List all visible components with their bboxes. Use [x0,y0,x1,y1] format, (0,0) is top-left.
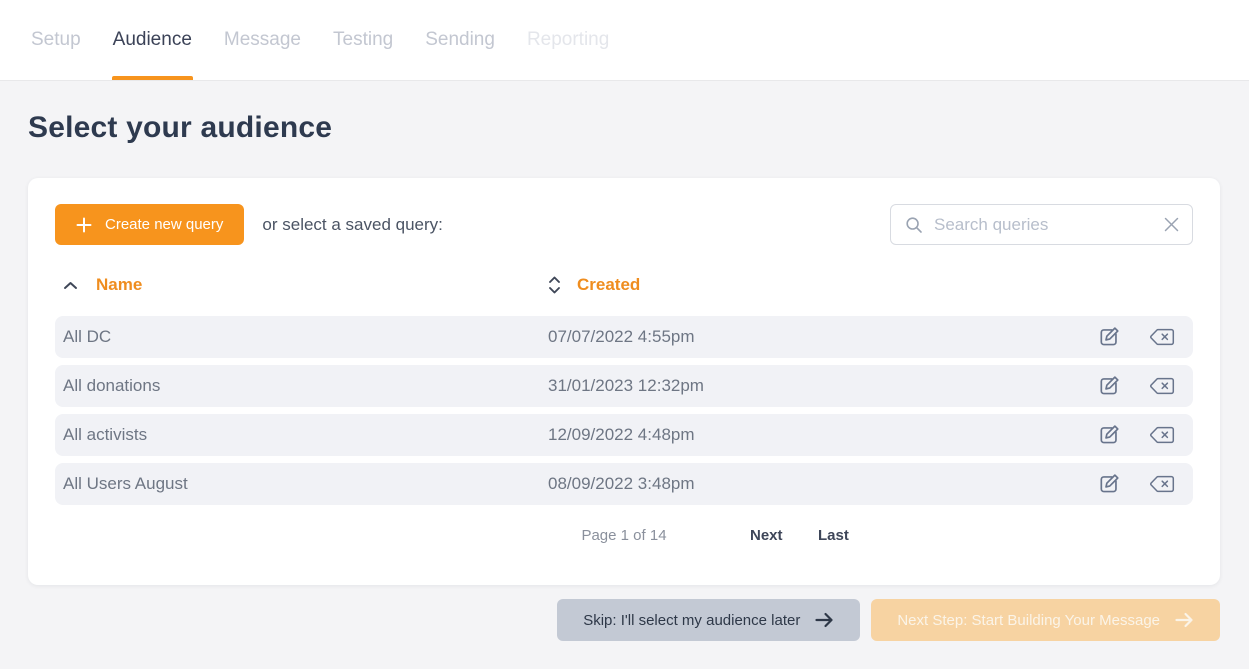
sort-by-name-header[interactable]: Name [63,275,548,295]
name-column-label: Name [96,275,142,295]
tab-sending[interactable]: Sending [424,0,496,80]
skip-audience-button[interactable]: Skip: I'll select my audience later [557,599,860,641]
wizard-footer: Skip: I'll select my audience later Next… [28,599,1220,641]
saved-queries-card: Create new query or select a saved query… [28,178,1220,585]
search-queries-box [890,204,1193,245]
chevron-up-down-icon [548,275,561,295]
query-created-cell: 07/07/2022 4:55pm [548,327,1097,347]
table-row[interactable]: All Users August 08/09/2022 3:48pm [55,463,1193,505]
pagination: Page 1 of 14 Next Last [55,527,1193,547]
table-row[interactable]: All DC 07/07/2022 4:55pm [55,316,1193,358]
delete-icon[interactable] [1149,426,1175,444]
tab-reporting: Reporting [526,0,610,80]
query-created-cell: 31/01/2023 12:32pm [548,376,1097,396]
search-queries-input[interactable] [934,215,1154,235]
search-icon [904,215,924,235]
tab-setup[interactable]: Setup [30,0,82,80]
delete-icon[interactable] [1149,377,1175,395]
create-new-query-button[interactable]: Create new query [55,204,244,245]
query-name-cell: All donations [63,376,548,396]
pagination-last-link[interactable]: Last [818,527,849,544]
chevron-up-icon [63,281,78,290]
created-column-label: Created [577,275,640,295]
arrow-right-icon [815,612,834,628]
delete-icon[interactable] [1149,328,1175,346]
or-select-saved-query-text: or select a saved query: [262,215,442,235]
table-row[interactable]: All donations 31/01/2023 12:32pm [55,365,1193,407]
page-info: Page 1 of 14 [581,527,666,544]
query-name-cell: All DC [63,327,548,347]
query-toolbar: Create new query or select a saved query… [55,204,1193,245]
query-name-cell: All Users August [63,474,548,494]
edit-icon[interactable] [1097,472,1121,496]
query-name-cell: All activists [63,425,548,445]
query-created-cell: 08/09/2022 3:48pm [548,474,1097,494]
tab-testing[interactable]: Testing [332,0,394,80]
edit-icon[interactable] [1097,423,1121,447]
create-new-query-label: Create new query [105,216,223,233]
tab-message[interactable]: Message [223,0,302,80]
plus-icon [76,217,92,233]
skip-button-label: Skip: I'll select my audience later [583,612,800,629]
table-row[interactable]: All activists 12/09/2022 4:48pm [55,414,1193,456]
wizard-tabs: Setup Audience Message Testing Sending R… [30,0,610,80]
pagination-next-link[interactable]: Next [750,527,783,544]
table-header-row: Name Created [55,270,1193,300]
edit-icon[interactable] [1097,325,1121,349]
clear-search-icon[interactable] [1164,217,1179,232]
row-actions [1097,325,1175,349]
edit-icon[interactable] [1097,374,1121,398]
next-step-button[interactable]: Next Step: Start Building Your Message [871,599,1220,641]
wizard-tab-bar: Setup Audience Message Testing Sending R… [0,0,1249,81]
saved-query-list: All DC 07/07/2022 4:55pm All donations 3… [55,316,1193,505]
row-actions [1097,374,1175,398]
row-actions [1097,472,1175,496]
tab-audience[interactable]: Audience [112,0,193,80]
sort-by-created-header[interactable]: Created [548,275,640,295]
delete-icon[interactable] [1149,475,1175,493]
row-actions [1097,423,1175,447]
page-title: Select your audience [28,111,1249,145]
arrow-right-icon [1175,612,1194,628]
query-created-cell: 12/09/2022 4:48pm [548,425,1097,445]
next-step-button-label: Next Step: Start Building Your Message [897,612,1160,629]
